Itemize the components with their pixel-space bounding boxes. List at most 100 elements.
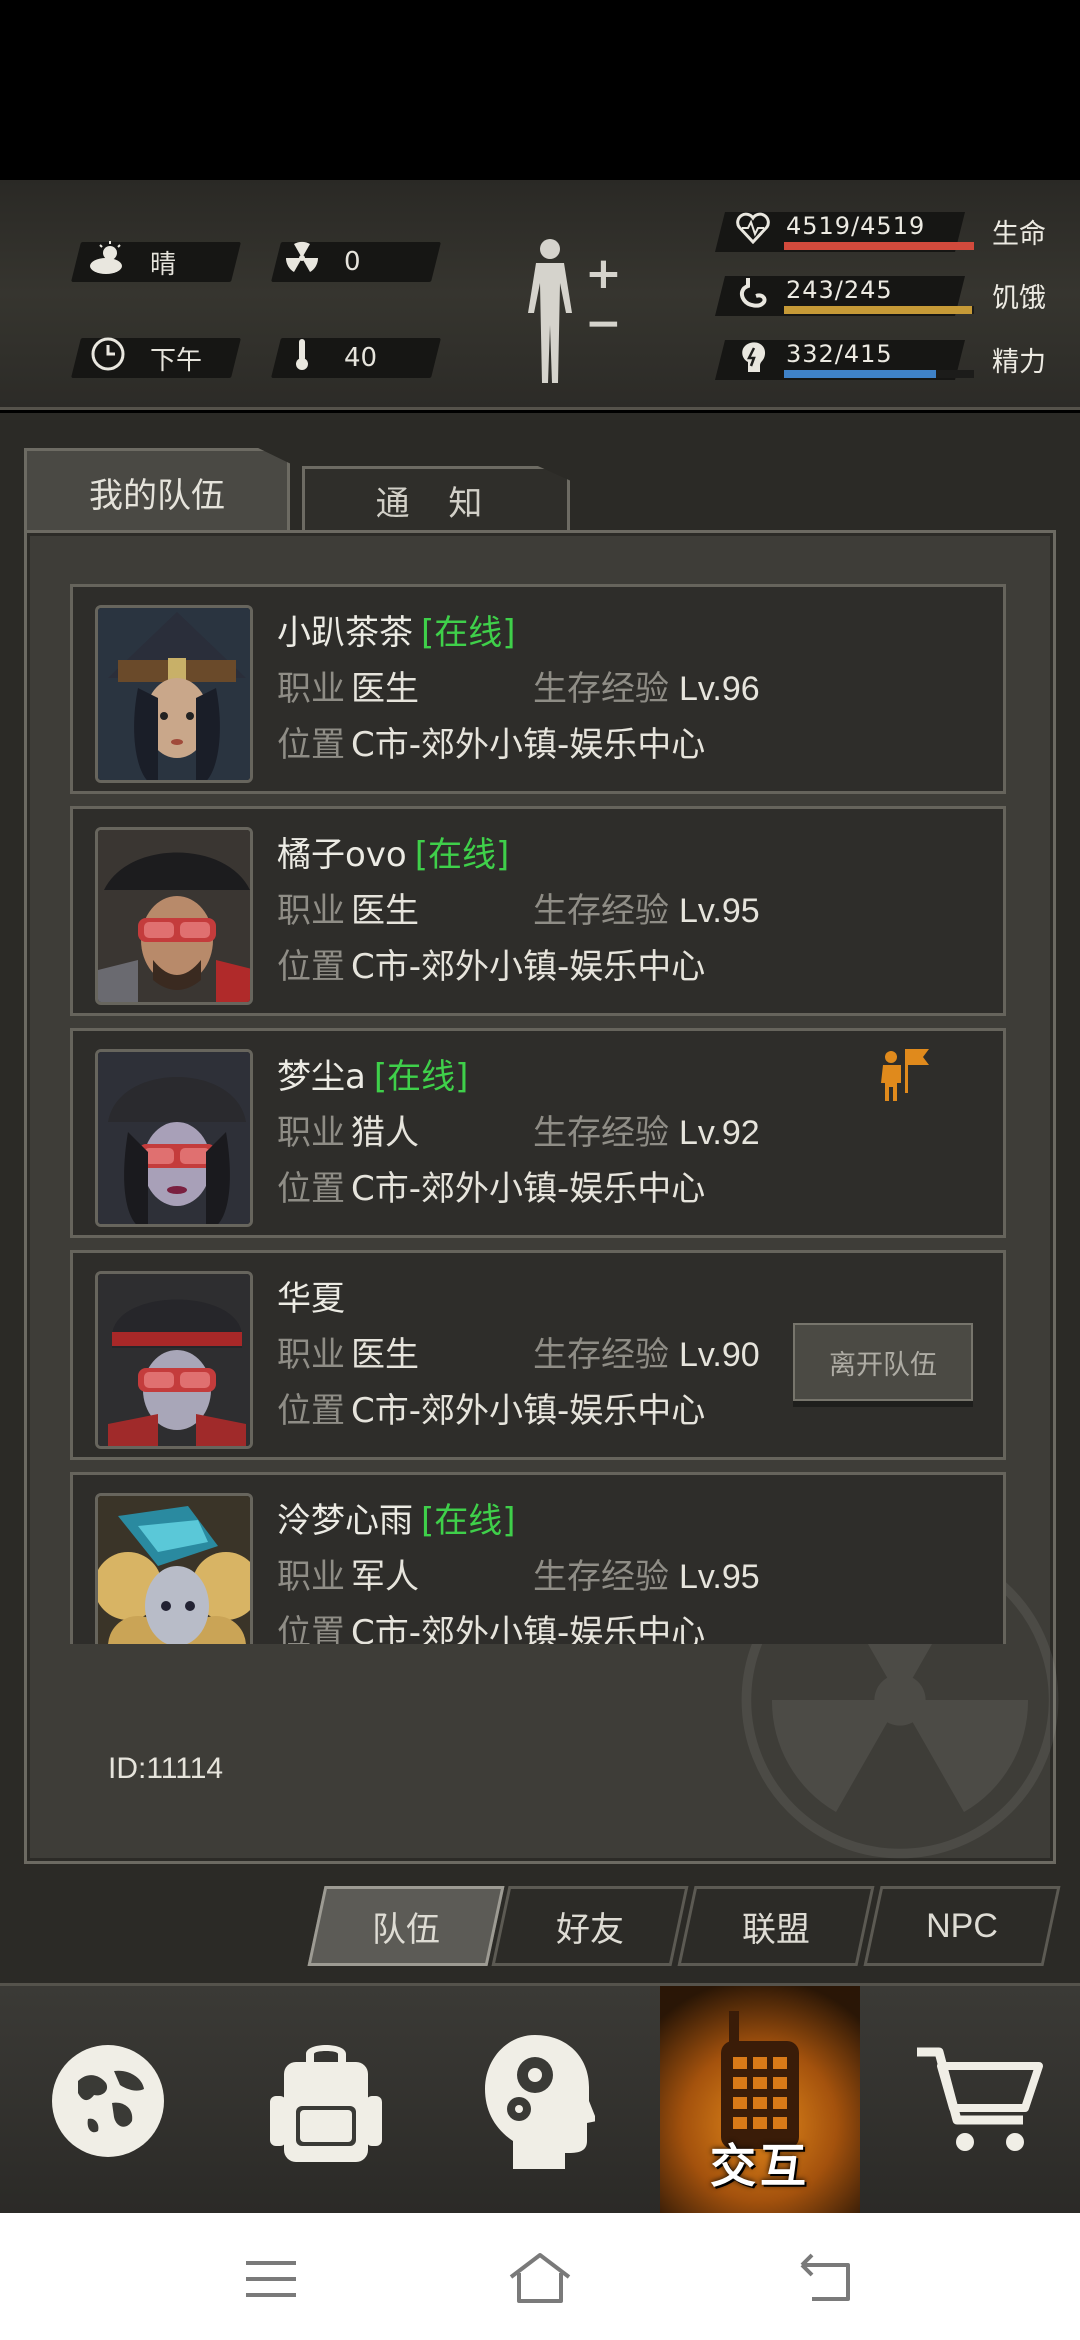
energy-label: 精力 (992, 347, 1046, 378)
nav-interact-button[interactable]: 交互 (660, 1986, 860, 2216)
member-level: Lv.96 (679, 670, 760, 708)
social-subtabs: 队伍 好友 联盟 NPC (300, 1886, 1070, 1966)
exp-label: 生存经验 (533, 1335, 669, 1375)
nav-shop-button[interactable] (880, 1986, 1080, 2216)
subtab-team[interactable]: 队伍 (316, 1886, 496, 1966)
member-name: 小趴茶茶 (277, 613, 413, 653)
sun-cloud-icon (88, 240, 128, 284)
member-exp-row: 生存经验 Lv.90 (533, 1327, 760, 1376)
tab-my-team[interactable]: 我的队伍 (24, 448, 290, 534)
online-status: [在线] (414, 835, 510, 875)
hunger-bar-fill (784, 306, 973, 314)
location-label: 位置 (277, 725, 345, 765)
shopping-cart-icon (917, 2047, 1043, 2151)
minus-icon: − (585, 298, 622, 349)
clock-icon (88, 336, 128, 381)
hunger-value: 243/245 (786, 276, 893, 304)
menu-icon[interactable] (236, 2243, 306, 2313)
time-text: 下午 (150, 345, 203, 376)
system-nav-bar (0, 2213, 1080, 2340)
member-list[interactable]: 小趴茶茶 [在线] 职业 医生 生存经验 Lv.96 位置 C市-郊外小镇-娱乐中心 橘… (70, 582, 1006, 1644)
nav-skills-button[interactable] (440, 1986, 640, 2216)
member-name-row: 泠梦心雨 [在线] (277, 1493, 516, 1542)
health-label: 生命 (992, 219, 1046, 250)
member-card[interactable]: 华夏 职业 医生 生存经验 Lv.90 位置 C市-郊外小镇-娱乐中心 离开队伍 (70, 1250, 1006, 1460)
team-leader-flag-icon (881, 1049, 929, 1101)
stat-energy: 332/415 精力 (715, 334, 1060, 384)
stomach-icon (734, 276, 772, 314)
temperature-chip: 40 (282, 338, 377, 378)
weather-chip: 晴 (88, 240, 177, 284)
member-job-row: 职业 医生 (277, 661, 419, 710)
member-location: C市-郊外小镇-娱乐中心 (351, 947, 706, 987)
location-label: 位置 (277, 1613, 345, 1644)
member-job: 猎人 (351, 1113, 419, 1153)
thermometer-icon (282, 337, 322, 380)
subtab-npc[interactable]: NPC (872, 1886, 1052, 1966)
member-job: 医生 (351, 891, 419, 931)
member-name-row: 梦尘a [在线] (277, 1049, 468, 1098)
plus-icon: + (585, 248, 622, 299)
member-location-row: 位置 C市-郊外小镇-娱乐中心 (277, 1161, 705, 1210)
weather-text: 晴 (150, 249, 177, 280)
subtab-alliance[interactable]: 联盟 (686, 1886, 866, 1966)
job-label: 职业 (277, 669, 345, 709)
member-exp-row: 生存经验 Lv.92 (533, 1105, 760, 1154)
member-exp-row: 生存经验 Lv.96 (533, 661, 760, 710)
member-level: Lv.90 (679, 1336, 760, 1374)
temperature-value: 40 (344, 343, 378, 373)
head-gears-icon (485, 2035, 595, 2169)
member-job-row: 职业 猎人 (277, 1105, 419, 1154)
body-adjust-icons: + − (585, 252, 622, 346)
member-job-row: 职业 医生 (277, 1327, 419, 1376)
tab-notice[interactable]: 通 知 (302, 466, 570, 532)
exp-label: 生存经验 (533, 1557, 669, 1597)
radiation-chip: 0 (282, 241, 361, 284)
location-label: 位置 (277, 1391, 345, 1431)
job-label: 职业 (277, 1113, 345, 1153)
member-avatar (95, 827, 253, 1005)
member-location: C市-郊外小镇-娱乐中心 (351, 1613, 706, 1644)
exp-label: 生存经验 (533, 891, 669, 931)
member-name-row: 小趴茶茶 [在线] (277, 605, 516, 654)
member-card[interactable]: 小趴茶茶 [在线] 职业 医生 生存经验 Lv.96 位置 C市-郊外小镇-娱乐中心 (70, 584, 1006, 794)
location-label: 位置 (277, 1169, 345, 1209)
exp-label: 生存经验 (533, 1113, 669, 1153)
member-location-row: 位置 C市-郊外小镇-娱乐中心 (277, 1383, 705, 1432)
member-card[interactable]: 橘子ovo [在线] 职业 医生 生存经验 Lv.95 位置 C市-郊外小镇-娱乐中心 (70, 806, 1006, 1016)
hunger-label: 饥饿 (992, 283, 1046, 314)
member-card[interactable]: 泠梦心雨 [在线] 职业 军人 生存经验 Lv.95 位置 C市-郊外小镇-娱乐中心 (70, 1472, 1006, 1644)
member-avatar (95, 1493, 253, 1644)
leave-team-button[interactable]: 离开队伍 (793, 1323, 973, 1401)
globe-icon (52, 2045, 164, 2157)
home-icon[interactable] (505, 2243, 575, 2313)
radiation-icon (282, 241, 322, 284)
online-status: [在线] (373, 1057, 469, 1097)
nav-backpack-button[interactable] (226, 1986, 426, 2216)
health-value: 4519/4519 (786, 212, 926, 240)
health-bar-fill (784, 242, 974, 250)
member-location-row: 位置 C市-郊外小镇-娱乐中心 (277, 939, 705, 988)
member-name: 泠梦心雨 (277, 1501, 413, 1541)
nav-map-button[interactable] (8, 1986, 208, 2216)
member-exp-row: 生存经验 Lv.95 (533, 883, 760, 932)
member-avatar (95, 605, 253, 783)
member-level: Lv.95 (679, 1558, 760, 1596)
member-location: C市-郊外小镇-娱乐中心 (351, 1169, 706, 1209)
bottom-nav: 交互 (0, 1983, 1080, 2216)
member-name: 华夏 (277, 1279, 345, 1319)
job-label: 职业 (277, 891, 345, 931)
back-icon[interactable] (790, 2243, 860, 2313)
member-card[interactable]: 梦尘a [在线] 职业 猎人 生存经验 Lv.92 位置 C市-郊外小镇-娱乐中心 (70, 1028, 1006, 1238)
subtab-friends[interactable]: 好友 (500, 1886, 680, 1966)
backpack-icon (270, 2045, 382, 2162)
member-exp-row: 生存经验 Lv.95 (533, 1549, 760, 1598)
member-location-row: 位置 C市-郊外小镇-娱乐中心 (277, 717, 705, 766)
energy-value: 332/415 (786, 340, 893, 368)
heart-icon (734, 212, 772, 250)
energy-icon (734, 340, 772, 378)
member-name-row: 华夏 (277, 1271, 353, 1320)
stat-hunger: 243/245 饥饿 (715, 270, 1060, 320)
player-id: ID:11114 (108, 1752, 224, 1785)
exp-label: 生存经验 (533, 669, 669, 709)
